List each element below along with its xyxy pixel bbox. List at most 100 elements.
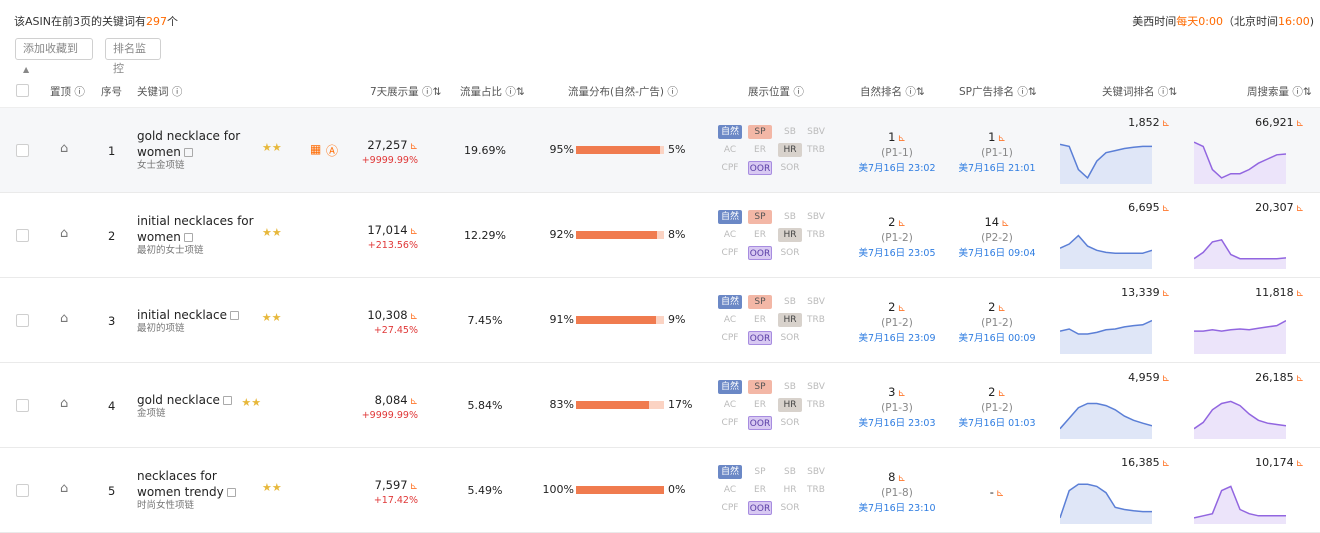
- col-kwrank[interactable]: 关键词排名 ⓘ⇅: [1102, 84, 1177, 99]
- help-icon: ⓘ: [1157, 86, 1169, 98]
- distribution-fill: [576, 486, 664, 494]
- tag-icon[interactable]: ⌂: [60, 396, 68, 411]
- position-tag: SP: [748, 125, 772, 139]
- distribution-bar: [576, 316, 664, 324]
- trend-chart-icon[interactable]: ⊾: [897, 303, 905, 314]
- trend-chart-icon[interactable]: ⊾: [410, 481, 418, 492]
- row-checkbox[interactable]: [16, 314, 29, 327]
- copy-icon[interactable]: [222, 396, 232, 405]
- keyword-text[interactable]: necklaces for women trendy: [137, 469, 224, 499]
- trend-chart-icon[interactable]: ⊾: [997, 133, 1005, 144]
- tag-icon[interactable]: ⌂: [60, 481, 68, 496]
- row-checkbox[interactable]: [16, 484, 29, 497]
- position-tag: ER: [754, 145, 766, 155]
- table-row[interactable]: ⌂ 2 initial necklaces for women 最初的女士项链 ★★ 17…: [0, 193, 1320, 278]
- weekly-search-sparkline[interactable]: [1194, 132, 1286, 184]
- trend-chart-icon[interactable]: ⊾: [1296, 373, 1304, 384]
- trend-chart-icon[interactable]: ⊾: [1162, 288, 1170, 299]
- badge-icons: ★★: [262, 226, 282, 239]
- select-all-checkbox[interactable]: [16, 84, 29, 97]
- position-tag: CPF: [721, 503, 739, 513]
- trend-chart-icon[interactable]: ⊾: [996, 488, 1004, 499]
- row-checkbox[interactable]: [16, 399, 29, 412]
- position-tag: TRB: [807, 485, 825, 495]
- table-row[interactable]: ⌂ 4 gold necklace 金项链 ★★ 8,084 ⊾ +9999.99% 5.84%…: [0, 363, 1320, 448]
- trend-chart-icon[interactable]: ⊾: [410, 311, 418, 322]
- add-favorite-button[interactable]: 添加收藏到 ▲: [15, 38, 93, 74]
- trend-chart-icon[interactable]: ⊾: [1162, 373, 1170, 384]
- weekly-search-chart: 66,921 ⊾: [1194, 116, 1304, 188]
- keyword-rank-chart: 13,339 ⊾: [1060, 286, 1170, 358]
- trend-chart-icon[interactable]: ⊾: [997, 303, 1005, 314]
- keyword-text[interactable]: initial necklace: [137, 308, 227, 322]
- trend-chart-icon[interactable]: ⊾: [997, 388, 1005, 399]
- grid-icon[interactable]: ▦: [310, 142, 321, 156]
- distribution-bar: [576, 486, 664, 494]
- copy-icon[interactable]: [230, 311, 240, 320]
- sort-icon[interactable]: ⇅: [516, 86, 525, 98]
- col-sp[interactable]: SP广告排名 ⓘ⇅: [959, 84, 1037, 99]
- sort-icon[interactable]: ⇅: [1168, 86, 1177, 98]
- trend-chart-icon[interactable]: ⊾: [897, 218, 905, 229]
- trend-chart-icon[interactable]: ⊾: [1296, 458, 1304, 469]
- table-row[interactable]: ⌂ 3 initial necklace 最初的项链 ★★ 10,308 ⊾ +27.45% 7…: [0, 278, 1320, 363]
- trend-chart-icon[interactable]: ⊾: [1296, 203, 1304, 214]
- weekly-search-sparkline[interactable]: [1194, 472, 1286, 524]
- rank-monitor-button[interactable]: 排名监控: [105, 38, 161, 75]
- trend-chart-icon[interactable]: ⊾: [410, 396, 418, 407]
- position-tag: SBV: [807, 212, 825, 222]
- trend-chart-icon[interactable]: ⊾: [897, 133, 905, 144]
- sort-icon[interactable]: ⇅: [1028, 86, 1037, 98]
- weekly-search-sparkline[interactable]: [1194, 302, 1286, 354]
- sort-icon[interactable]: ⇅: [433, 86, 442, 98]
- weekly-search-sparkline[interactable]: [1194, 217, 1286, 269]
- position-tag: SBV: [807, 127, 825, 137]
- tag-icon[interactable]: ⌂: [60, 226, 68, 241]
- weekly-search-sparkline[interactable]: [1194, 387, 1286, 439]
- col-impressions[interactable]: 7天展示量 ⓘ⇅: [370, 84, 441, 99]
- keyword-rank-sparkline[interactable]: [1060, 217, 1152, 269]
- keyword-text[interactable]: initial necklaces for women: [137, 214, 254, 244]
- position-tag: AC: [723, 230, 737, 240]
- col-share[interactable]: 流量占比 ⓘ⇅: [460, 84, 525, 99]
- copy-icon[interactable]: [183, 148, 193, 157]
- position-tag: SBV: [807, 297, 825, 307]
- keyword-rank-sparkline[interactable]: [1060, 302, 1152, 354]
- keyword-rank-sparkline-area: [1060, 484, 1152, 524]
- trend-chart-icon[interactable]: ⊾: [410, 226, 418, 237]
- keyword-text[interactable]: gold necklace: [137, 393, 220, 407]
- trend-chart-icon[interactable]: ⊾: [897, 473, 905, 484]
- keyword-rank-sparkline[interactable]: [1060, 387, 1152, 439]
- trend-chart-icon[interactable]: ⊾: [1001, 218, 1009, 229]
- weekly-search-chart: 11,818 ⊾: [1194, 286, 1304, 358]
- trend-chart-icon[interactable]: ⊾: [1162, 203, 1170, 214]
- keyword-rank-sparkline[interactable]: [1060, 472, 1152, 524]
- position-tag: CPF: [721, 333, 739, 343]
- ad-icon[interactable]: Ⓐ: [326, 142, 338, 159]
- row-checkbox[interactable]: [16, 229, 29, 242]
- keyword-rank-chart: 6,695 ⊾: [1060, 201, 1170, 273]
- sort-icon[interactable]: ⇅: [1303, 86, 1312, 98]
- table-row[interactable]: ⌂ 1 gold necklace for women 女士金项链 ★★ ▦ Ⓐ 27,257…: [0, 108, 1320, 193]
- col-organic[interactable]: 自然排名 ⓘ⇅: [860, 84, 925, 99]
- trend-chart-icon[interactable]: ⊾: [1162, 458, 1170, 469]
- trend-chart-icon[interactable]: ⊾: [1296, 118, 1304, 129]
- tag-icon[interactable]: ⌂: [60, 311, 68, 326]
- organic-rank: 8 ⊾ (P1-8) 美7月16日 23:10: [858, 470, 936, 514]
- help-icon: ⓘ: [793, 86, 804, 98]
- copy-icon[interactable]: [226, 488, 236, 497]
- trend-chart-icon[interactable]: ⊾: [1296, 288, 1304, 299]
- trend-chart-icon[interactable]: ⊾: [1162, 118, 1170, 129]
- table-row[interactable]: ⌂ 5 necklaces for women trendy 时尚女性项链 ★★ 7,59…: [0, 448, 1320, 533]
- trend-chart-icon[interactable]: ⊾: [410, 141, 418, 152]
- tag-icon[interactable]: ⌂: [60, 141, 68, 156]
- trend-chart-icon[interactable]: ⊾: [897, 388, 905, 399]
- copy-icon[interactable]: [183, 233, 193, 242]
- sort-icon[interactable]: ⇅: [916, 86, 925, 98]
- col-weekly[interactable]: 周搜索量 ⓘ⇅: [1247, 84, 1312, 99]
- help-icon: ⓘ: [422, 86, 433, 98]
- row-checkbox[interactable]: [16, 144, 29, 157]
- position-tag: CPF: [721, 163, 739, 173]
- position-tag: SOR: [780, 418, 800, 428]
- keyword-rank-sparkline[interactable]: [1060, 132, 1152, 184]
